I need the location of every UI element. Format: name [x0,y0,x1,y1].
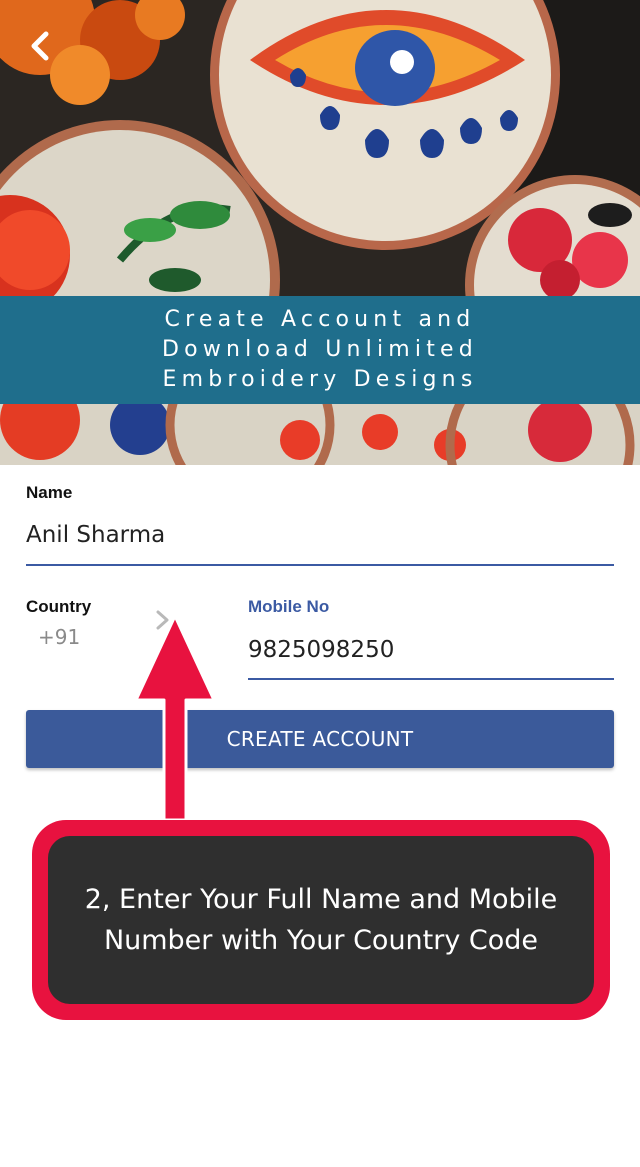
create-account-button[interactable]: CREATE ACCOUNT [26,710,614,768]
mobile-input[interactable]: 9825098250 [248,637,394,663]
country-code-selector[interactable]: +91 [38,625,80,649]
name-input[interactable]: Anil Sharma [26,522,165,548]
country-label: Country [26,597,92,616]
back-button[interactable] [18,24,62,68]
mobile-underline [248,678,614,680]
tutorial-line-1: 2, Enter Your Full Name and Mobile [84,884,558,915]
chevron-left-icon [31,31,49,61]
banner-line-3: Embroidery Designs [162,367,478,392]
promo-banner: Create Account and Download Unlimited Em… [0,296,640,404]
create-account-label: CREATE ACCOUNT [226,727,414,751]
mobile-label: Mobile No [248,597,330,616]
hero-image: Create Account and Download Unlimited Em… [0,0,640,465]
tutorial-line-2: Number with Your Country Code [103,925,539,956]
name-label: Name [26,483,73,502]
banner-line-2: Download Unlimited [162,337,478,362]
tutorial-callout: 2, Enter Your Full Name and Mobile Numbe… [48,836,594,1004]
tutorial-arrow-up-icon [134,614,216,822]
banner-line-1: Create Account and [164,307,476,332]
name-underline [26,564,614,566]
